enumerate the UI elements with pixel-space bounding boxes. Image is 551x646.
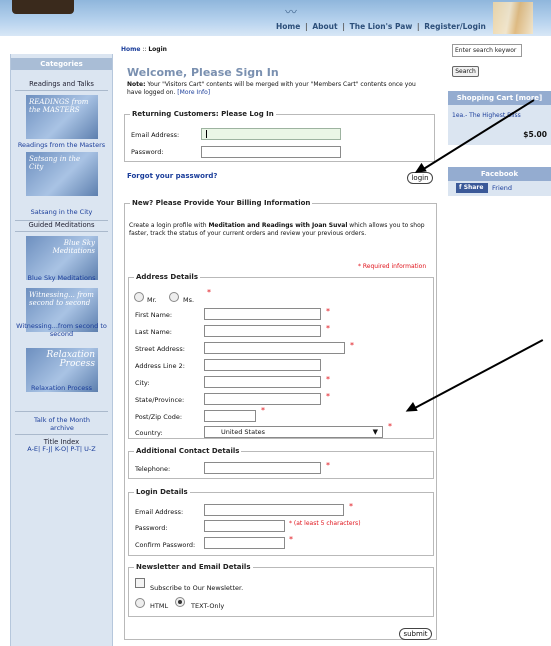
categories-title: Categories: [11, 58, 112, 70]
more-info-link[interactable]: [More Info]: [177, 89, 210, 96]
new-customer-intro: Create a login profile with Meditation a…: [129, 222, 425, 237]
header-photo: [12, 0, 74, 14]
nav-about[interactable]: About: [312, 22, 337, 31]
header-banner: 〰 Home | About | The Lion's Paw | Regist…: [0, 0, 551, 36]
merge-note: Note: Your "Visitors Cart" contents will…: [127, 81, 416, 96]
country-label: Country:: [135, 429, 163, 437]
newsletter-box: Newsletter and Email Details: [128, 563, 434, 617]
facebook-share-button[interactable]: f Share: [456, 183, 488, 193]
street-address-input[interactable]: [204, 342, 345, 354]
login-password-input[interactable]: [201, 146, 341, 158]
breadcrumb-home[interactable]: Home: [121, 46, 140, 53]
nav-home[interactable]: Home: [276, 22, 300, 31]
page-title: Welcome, Please Sign In: [127, 66, 279, 79]
guided-meditations-heading: Guided Meditations: [28, 221, 95, 229]
html-label: HTML: [150, 602, 169, 610]
confirm-password-label: Confirm Password:: [135, 541, 196, 549]
search-button[interactable]: Search: [452, 66, 479, 77]
text-only-radio[interactable]: [175, 597, 185, 607]
sidebar-divider: [15, 434, 108, 435]
sidebar-item-witnessing[interactable]: Witnessing...from second to second: [7, 322, 116, 338]
city-label: City:: [135, 379, 150, 387]
bird-logo-icon: 〰: [285, 5, 298, 19]
sidebar-divider: [15, 231, 108, 232]
header-decoration: [493, 2, 533, 34]
mr-radio[interactable]: [134, 292, 144, 302]
confirm-password-input[interactable]: [204, 537, 285, 549]
city-input[interactable]: [204, 376, 321, 388]
state-input[interactable]: [204, 393, 321, 405]
login-email-label: Email Address:: [131, 131, 180, 139]
sidebar-item-blue-sky[interactable]: Blue Sky Meditations: [11, 274, 112, 283]
password-hint: * (at least 5 characters): [289, 520, 361, 527]
forgot-password-link[interactable]: Forgot your password?: [127, 172, 217, 180]
state-label: State/Province:: [135, 396, 185, 404]
newsletter-checkbox[interactable]: [135, 578, 145, 588]
new-email-input[interactable]: [204, 504, 344, 516]
title-index-links[interactable]: A-E| F-J| K-O| P-T| U-Z: [11, 445, 112, 454]
required-information-note: * Required information: [358, 263, 427, 270]
sidebar-item-relaxation[interactable]: Relaxation Process: [11, 384, 112, 393]
shopping-cart-panel: [448, 105, 551, 145]
address-line2-label: Address Line 2:: [135, 362, 185, 370]
html-radio[interactable]: [135, 598, 145, 608]
cart-total: $5.00: [523, 130, 547, 139]
shopping-cart-title[interactable]: Shopping Cart [more]: [448, 91, 551, 105]
last-name-input[interactable]: [204, 325, 321, 337]
first-name-label: First Name:: [135, 311, 173, 319]
postcode-input[interactable]: [204, 410, 256, 422]
facebook-title: Facebook: [448, 167, 551, 181]
submit-button[interactable]: submit: [399, 628, 432, 640]
first-name-input[interactable]: [204, 308, 321, 320]
mr-label: Mr.: [147, 296, 157, 304]
new-password-label: Password:: [135, 524, 168, 532]
text-cursor: [206, 130, 207, 138]
chevron-down-icon: ▼: [372, 428, 378, 436]
sidebar-item-satsang[interactable]: Satsang in the City: [11, 208, 112, 217]
breadcrumb: Home :: Login: [121, 46, 167, 53]
nav-register-login[interactable]: Register/Login: [424, 22, 486, 31]
left-sidebar: Categories Readings and Talks READINGS f…: [10, 54, 113, 646]
login-password-label: Password:: [131, 148, 164, 156]
street-address-label: Street Address:: [135, 345, 185, 353]
top-nav: Home | About | The Lion's Paw | Register…: [276, 22, 486, 31]
sidebar-divider: [15, 90, 108, 91]
search-input[interactable]: Enter search keywor: [452, 44, 522, 57]
satsang-image[interactable]: Satsang in the City: [26, 152, 98, 196]
readings-masters-image[interactable]: READINGS from the MASTERS: [26, 95, 98, 139]
new-password-input[interactable]: [204, 520, 285, 532]
country-select[interactable]: United States ▼: [204, 426, 383, 438]
postcode-label: Post/Zip Code:: [135, 413, 183, 421]
talk-of-month-link[interactable]: Talk of the Month archive: [29, 416, 95, 432]
ms-label: Ms.: [183, 296, 195, 304]
newsletter-label: Subscribe to Our Newsletter.: [150, 584, 244, 592]
sidebar-item-readings-masters[interactable]: Readings from the Masters: [11, 141, 112, 150]
readings-and-talks-heading: Readings and Talks: [29, 80, 94, 88]
new-email-label: Email Address:: [135, 508, 184, 516]
breadcrumb-current: Login: [148, 46, 167, 53]
facebook-friend-link[interactable]: Friend: [492, 183, 512, 193]
facebook-icon: f: [459, 184, 462, 191]
telephone-label: Telephone:: [135, 465, 171, 473]
last-name-label: Last Name:: [135, 328, 172, 336]
text-only-label: TEXT-Only: [191, 602, 225, 610]
address-line2-input[interactable]: [204, 359, 321, 371]
ms-radio[interactable]: [169, 292, 179, 302]
sidebar-divider: [15, 411, 108, 412]
login-email-input[interactable]: [201, 128, 341, 140]
telephone-input[interactable]: [204, 462, 321, 474]
nav-lions-paw[interactable]: The Lion's Paw: [350, 22, 413, 31]
